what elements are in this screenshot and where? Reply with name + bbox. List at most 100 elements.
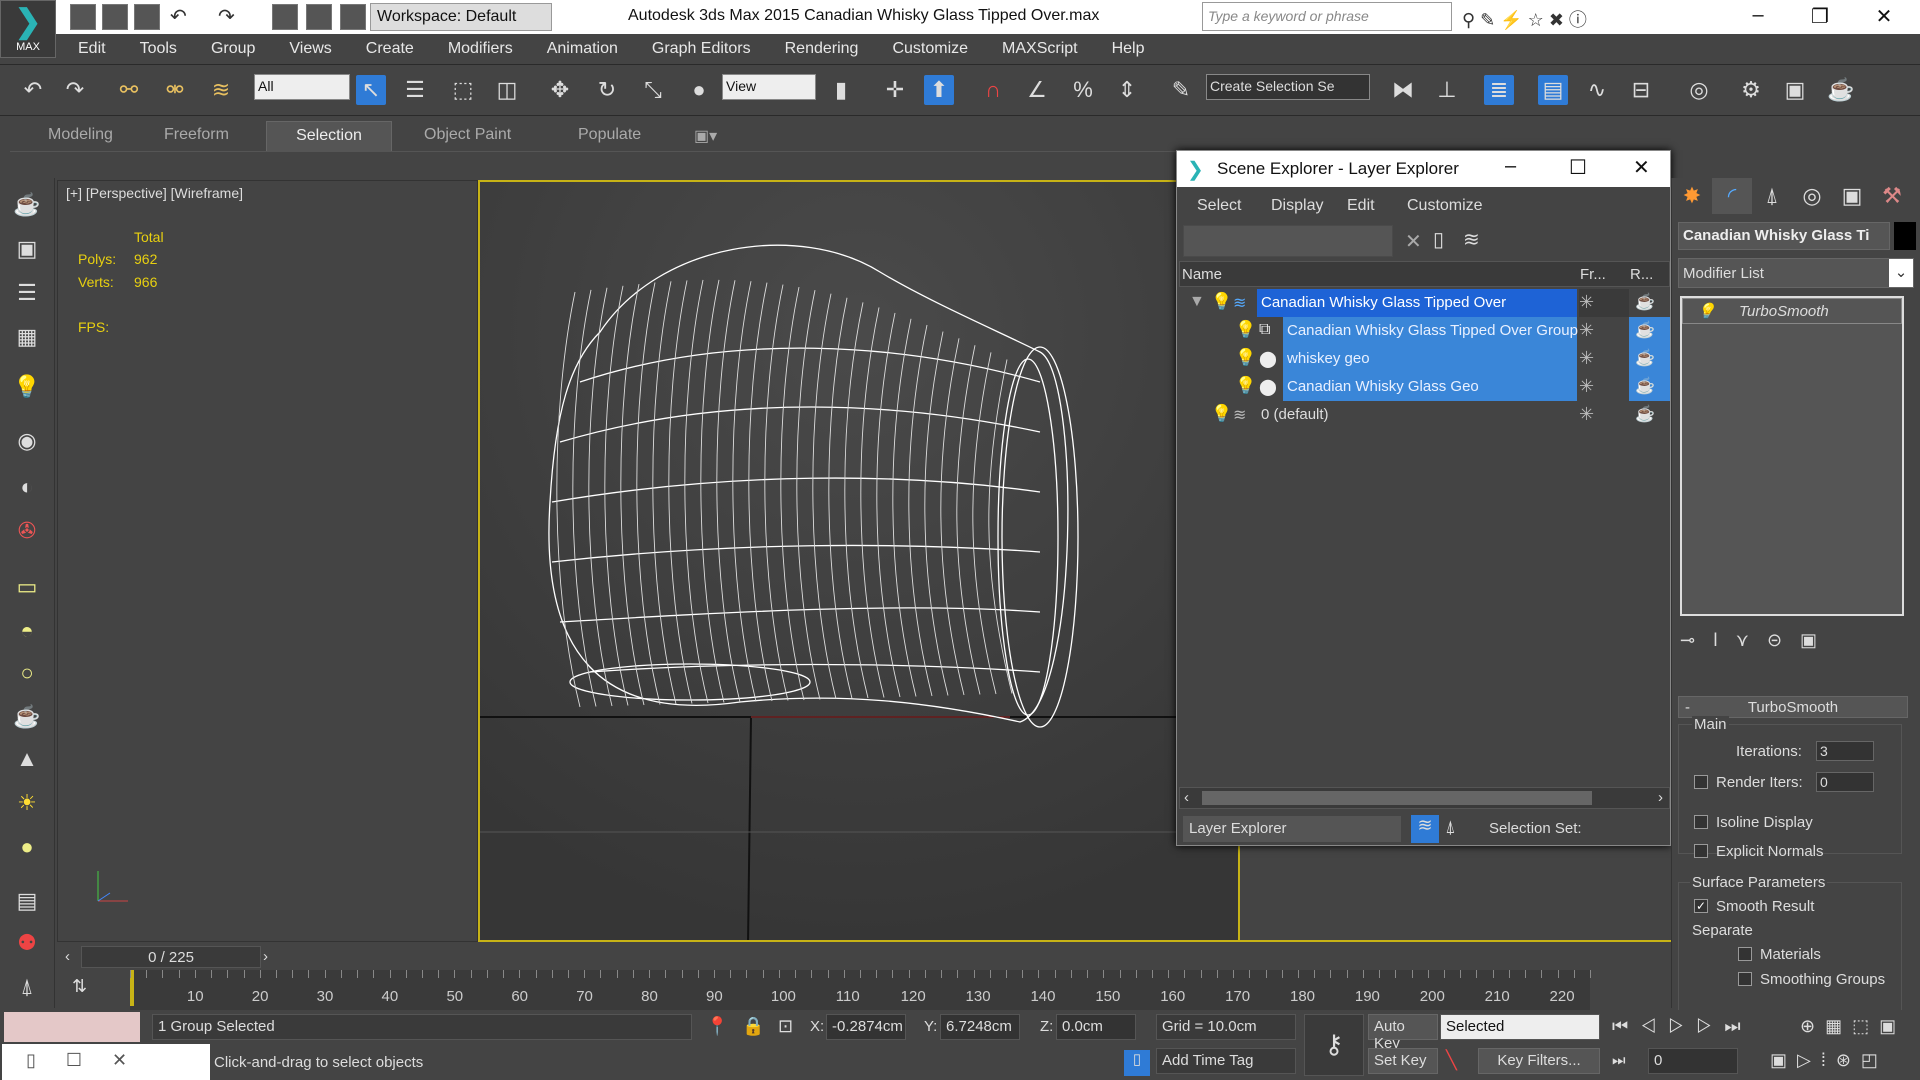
create-tab-icon[interactable]: ✸ — [1672, 178, 1712, 214]
freeze-icon[interactable]: ✳ — [1579, 320, 1594, 341]
bind-space-warp-icon[interactable]: ≋ — [206, 75, 236, 105]
set-keys-key-icon[interactable]: ⚷ — [1304, 1014, 1364, 1076]
hierarchy-mode-icon[interactable]: ⍋ — [1445, 817, 1456, 838]
se-close-button[interactable]: ✕ — [1633, 155, 1650, 180]
col-renderable[interactable]: R... — [1630, 266, 1653, 283]
spinner-snap-icon[interactable]: ⇕ — [1112, 75, 1142, 105]
smooth-result-checkbox[interactable]: ✓ — [1694, 899, 1708, 913]
time-tag-icon[interactable]: ▯ — [1124, 1050, 1150, 1076]
y-coordinate-field[interactable]: 6.7248cm — [940, 1014, 1020, 1040]
modify-tab-icon[interactable]: ◜ — [1712, 178, 1752, 214]
object-name-field[interactable]: Canadian Whisky Glass Ti — [1678, 222, 1890, 250]
undo-icon[interactable]: ↶ — [18, 75, 48, 105]
render-teapot-icon[interactable]: ☕ — [1635, 376, 1655, 396]
iterations-spinner[interactable]: 3 — [1816, 741, 1874, 761]
se-menu-select[interactable]: Select — [1197, 197, 1241, 215]
explicit-normals-checkbox[interactable] — [1694, 844, 1708, 858]
render-icon[interactable]: ▣ — [12, 236, 42, 266]
open-file-icon[interactable] — [102, 4, 128, 30]
menu-help[interactable]: Help — [1090, 34, 1157, 58]
layer-row[interactable]: 💡 ≋ 0 (default) ✳ ☕ — [1179, 401, 1670, 429]
menu-modifiers[interactable]: Modifiers — [426, 34, 525, 58]
render-teapot-icon[interactable]: ☕ — [1635, 404, 1655, 424]
viewport-label[interactable]: [+] [Perspective] [Wireframe] — [66, 185, 243, 201]
scroll-left-icon[interactable]: ‹ — [1184, 789, 1189, 806]
teapot-icon[interactable]: ☕ — [12, 192, 42, 222]
freeze-icon[interactable]: ✳ — [1579, 376, 1594, 397]
redo-icon[interactable]: ↷ — [60, 75, 90, 105]
time-slider-thumb[interactable]: 0 / 225 — [81, 946, 261, 968]
track-bar[interactable]: 10 20 30 40 50 60 70 80 90 100 110 120 130 140 150 160 1… — [130, 970, 1591, 1010]
rectangular-selection-icon[interactable]: ⬚ — [448, 75, 478, 105]
se-menu-customize[interactable]: Customize — [1407, 197, 1483, 215]
reference-coordinate-dropdown[interactable]: View — [722, 74, 816, 100]
lock-icon[interactable]: 🔒 — [742, 1016, 764, 1037]
camera-icon[interactable]: ◉ — [12, 428, 42, 458]
save-icon[interactable] — [134, 4, 160, 30]
lightbulb-icon[interactable]: 💡 — [1211, 404, 1232, 424]
menu-views[interactable]: Views — [267, 34, 343, 58]
film-icon[interactable]: ✇ — [12, 518, 42, 548]
render-teapot-icon[interactable]: ☕ — [1635, 320, 1655, 340]
object-row[interactable]: 💡 ⬤ Canadian Whisky Glass Geo ✳ ☕ — [1179, 373, 1670, 401]
next-frame-icon[interactable]: › — [263, 948, 268, 965]
viewport-nav-icons-2[interactable]: ▣▷⁞⊛◰ — [1770, 1050, 1888, 1071]
prev-frame-icon[interactable]: ‹ — [65, 948, 70, 965]
menu-edit[interactable]: Edit — [56, 34, 118, 58]
group-row[interactable]: 💡 ⧉ Canadian Whisky Glass Tipped Over Grou… — [1179, 317, 1670, 345]
circle-icon[interactable]: ○ — [12, 660, 42, 690]
freeze-icon[interactable]: ✳ — [1579, 292, 1594, 313]
redo-icon[interactable]: ↷ — [218, 4, 244, 30]
tab-modeling[interactable]: Modeling — [34, 121, 127, 151]
link-icon[interactable]: ⚯ — [114, 75, 144, 105]
tab-selection[interactable]: Selection — [266, 121, 392, 151]
menu-maxscript[interactable]: MAXScript — [980, 34, 1090, 58]
ball-icon[interactable]: ● — [12, 834, 42, 864]
playback-controls[interactable]: ⏮◁▷▷⏭ — [1612, 1016, 1753, 1037]
perspective-viewport[interactable] — [478, 180, 1240, 942]
lightbulb-icon[interactable]: 💡 — [1211, 292, 1232, 312]
tab-object-paint[interactable]: Object Paint — [410, 121, 525, 151]
se-menu-display[interactable]: Display — [1271, 197, 1323, 215]
undo-icon[interactable]: ↶ — [170, 4, 196, 30]
x-coordinate-field[interactable]: -0.2874cm — [826, 1014, 906, 1040]
scene-explorer-icon[interactable]: ▤ — [1538, 75, 1568, 105]
mini-curve-editor-icon[interactable]: ⇅ — [72, 976, 87, 997]
isoline-checkbox[interactable] — [1694, 815, 1708, 829]
stack-item-turbosmooth[interactable]: 💡 TurboSmooth — [1682, 298, 1902, 324]
close-button[interactable]: ✕ — [1864, 4, 1904, 29]
unlink-icon[interactable]: ⚮ — [160, 75, 190, 105]
edit-named-selection-icon[interactable]: ✎ — [1166, 75, 1196, 105]
explorer-type-dropdown[interactable]: Layer Explorer — [1183, 816, 1401, 842]
scroll-right-icon[interactable]: › — [1658, 789, 1663, 806]
schematic-view-icon[interactable]: ⊟ — [1626, 75, 1656, 105]
se-filter-input[interactable] — [1183, 225, 1393, 257]
tab-freeform[interactable]: Freeform — [150, 121, 243, 151]
render-iters-spinner[interactable]: 0 — [1816, 772, 1874, 792]
restore-button[interactable]: ❐ — [1800, 4, 1840, 29]
isolate-icon[interactable]: 📍 — [706, 1016, 728, 1037]
hemisphere-icon[interactable]: ◓ — [12, 618, 42, 648]
freeze-icon[interactable]: ✳ — [1579, 404, 1594, 425]
scroll-thumb[interactable] — [1202, 791, 1592, 805]
stack-tools-icons[interactable]: ⊸ǀ⋎⊝▣ — [1680, 630, 1910, 651]
align-icon[interactable]: ⊥ — [1432, 75, 1462, 105]
layer-manager-icon[interactable]: ≣ — [1484, 75, 1514, 105]
percent-snap-icon[interactable]: % — [1068, 75, 1098, 105]
utilities-tab-icon[interactable]: ⚒ — [1872, 178, 1912, 214]
manipulate-icon[interactable]: ✛ — [880, 75, 910, 105]
hierarchy-tab-icon[interactable]: ⍋ — [1752, 178, 1792, 214]
named-selection-set-dropdown[interactable]: Create Selection Se — [1206, 74, 1370, 100]
key-filters-button[interactable]: Key Filters... — [1478, 1048, 1600, 1074]
mirror-icon[interactable]: ⧓ — [1388, 75, 1418, 105]
viewport-layout2-icon[interactable] — [340, 4, 366, 30]
current-frame-field[interactable]: 0 — [1648, 1048, 1738, 1074]
light-icon[interactable]: 💡 — [12, 374, 42, 404]
angle-snap-icon[interactable]: ∠ — [1022, 75, 1052, 105]
smoothing-groups-checkbox[interactable] — [1738, 972, 1752, 986]
menu-animation[interactable]: Animation — [525, 34, 630, 58]
molecule-icon[interactable]: ⚉ — [12, 930, 42, 960]
lightbulb-icon[interactable]: 💡 — [1235, 348, 1256, 368]
object-row[interactable]: 💡 ⬤ whiskey geo ✳ ☕ — [1179, 345, 1670, 373]
window-crossing-icon[interactable]: ◫ — [492, 75, 522, 105]
